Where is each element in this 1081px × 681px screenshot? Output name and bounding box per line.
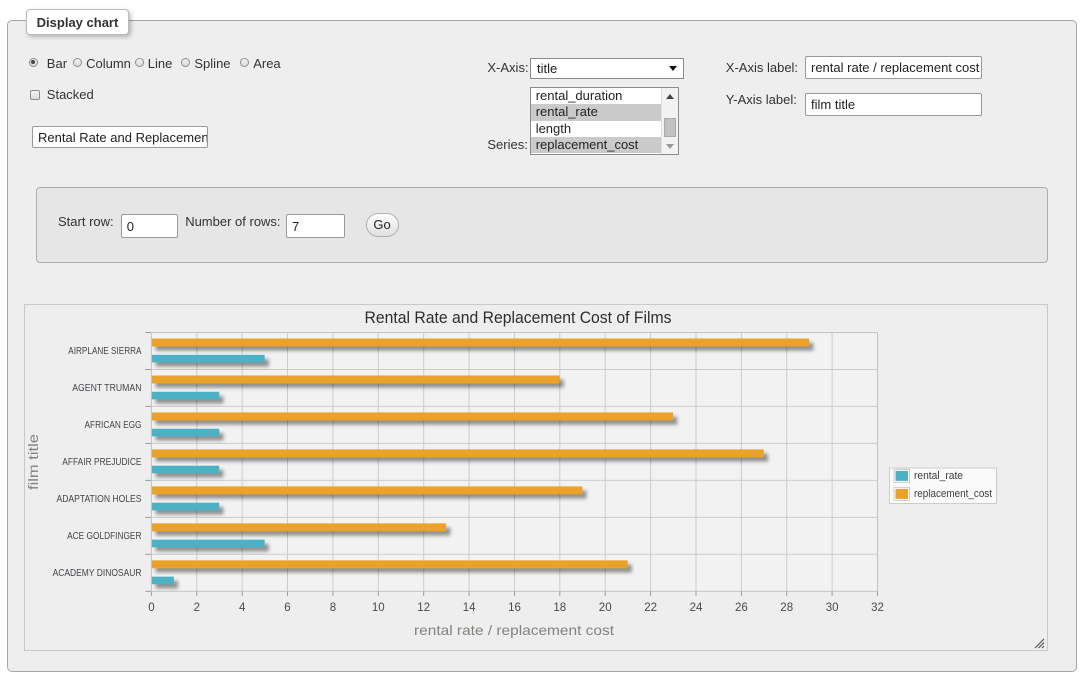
svg-text:30: 30: [826, 602, 839, 614]
svg-text:rental_rate: rental_rate: [914, 470, 963, 482]
svg-text:AGENT TRUMAN: AGENT TRUMAN: [72, 383, 141, 394]
svg-text:18: 18: [553, 602, 566, 614]
svg-text:AIRPLANE SIERRA: AIRPLANE SIERRA: [68, 346, 141, 357]
svg-text:6: 6: [284, 602, 290, 614]
svg-text:0: 0: [148, 602, 154, 614]
svg-text:rental rate / replacement cost: rental rate / replacement cost: [414, 622, 614, 638]
svg-text:22: 22: [644, 602, 657, 614]
svg-text:film title: film title: [25, 434, 41, 490]
svg-text:32: 32: [871, 602, 884, 614]
svg-text:24: 24: [690, 602, 703, 614]
svg-text:26: 26: [735, 602, 748, 614]
svg-text:AFFAIR PREJUDICE: AFFAIR PREJUDICE: [62, 457, 141, 468]
svg-text:ACE GOLDFINGER: ACE GOLDFINGER: [67, 531, 141, 542]
svg-text:Rental Rate and Replacement Co: Rental Rate and Replacement Cost of Film…: [365, 308, 672, 327]
svg-text:AFRICAN EGG: AFRICAN EGG: [85, 420, 142, 431]
svg-text:20: 20: [599, 602, 612, 614]
svg-text:16: 16: [508, 602, 521, 614]
svg-text:ACADEMY DINOSAUR: ACADEMY DINOSAUR: [53, 568, 142, 579]
svg-text:2: 2: [194, 602, 200, 614]
svg-text:28: 28: [780, 602, 793, 614]
svg-text:ADAPTATION HOLES: ADAPTATION HOLES: [57, 494, 142, 505]
svg-text:12: 12: [417, 602, 430, 614]
svg-text:14: 14: [463, 602, 476, 614]
svg-text:8: 8: [330, 602, 336, 614]
svg-text:4: 4: [239, 602, 246, 614]
svg-text:replacement_cost: replacement_cost: [914, 488, 992, 500]
svg-text:10: 10: [372, 602, 385, 614]
